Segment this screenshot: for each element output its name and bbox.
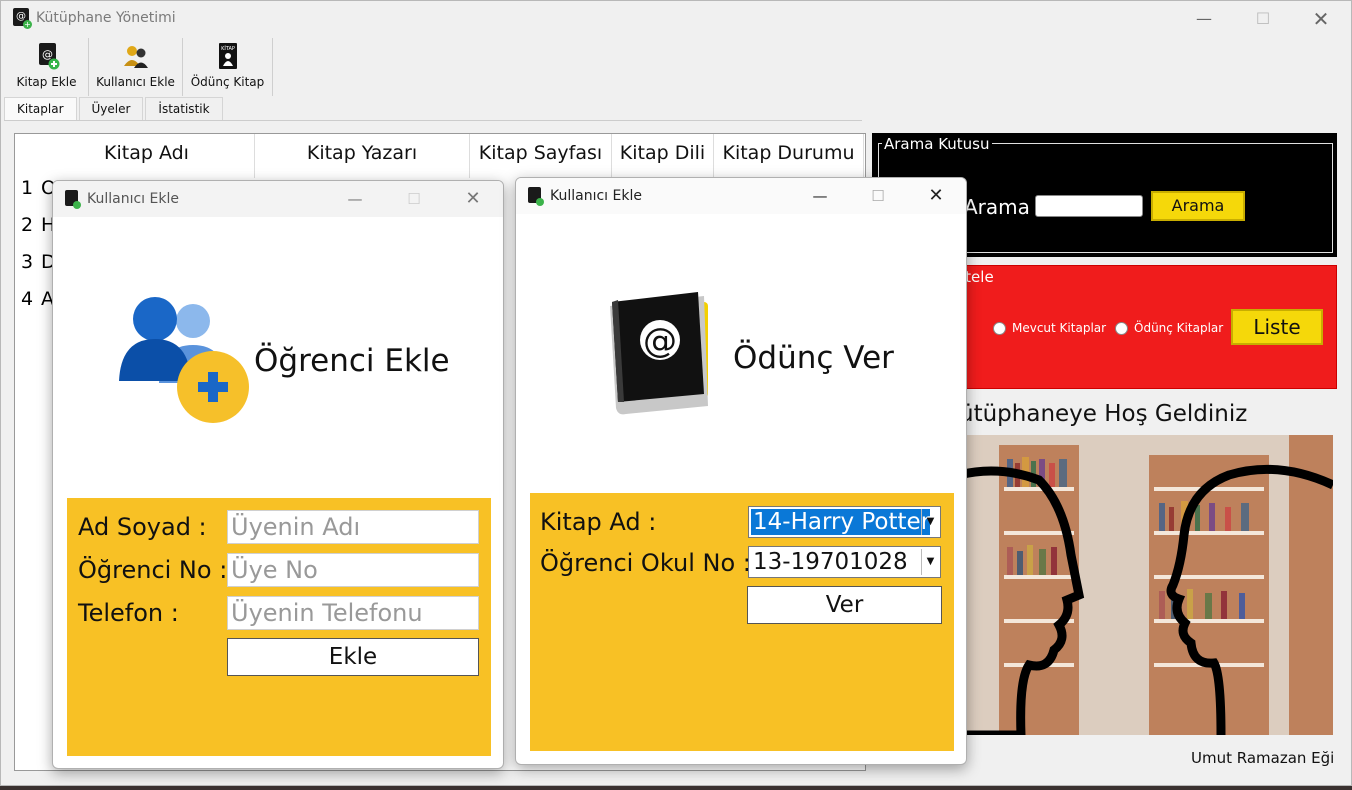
title-bar: @ + Kütüphane Yönetimi — ☐ ✕ [1, 1, 1351, 37]
form-panel: Ad Soyad : Üyenin Adı Öğrenci No : Üye N… [67, 498, 491, 756]
student-combo-value: 13-19701028 [753, 549, 908, 575]
radio-label: Ödünç Kitaplar [1134, 321, 1224, 335]
row-number[interactable]: 1 [15, 170, 39, 206]
form-panel: Kitap Ad : 14-Harry Potter ▼ Öğrenci Oku… [530, 493, 954, 751]
author-text: Umut Ramazan Eği [1191, 749, 1335, 767]
close-button[interactable]: ✕ [916, 183, 956, 209]
radio-button[interactable] [1115, 321, 1128, 335]
welcome-text: ütüphaneye Hoş Geldiniz [959, 401, 1248, 427]
column-header[interactable]: Kitap Durumu [714, 134, 864, 178]
minimize-button[interactable]: — [335, 186, 375, 212]
phone-label: Telefon : [78, 599, 179, 627]
toolbar: @ Kitap Ekle Kullanıcı Ekle KİTAP Ödünç … [5, 38, 273, 96]
name-input[interactable]: Üyenin Adı [227, 510, 479, 544]
row-number[interactable]: 3 [15, 244, 39, 280]
dialog-title: Kullanıcı Ekle [550, 188, 642, 204]
search-button[interactable]: Arama [1151, 191, 1245, 221]
row-number[interactable]: 4 [15, 281, 39, 317]
radio-available-books[interactable]: Mevcut Kitaplar [993, 321, 1106, 335]
dialog-title-bar: Kullanıcı Ekle — ☐ ✕ [516, 178, 966, 214]
name-label: Ad Soyad : [78, 513, 207, 541]
book-combo-value: 14-Harry Potter [751, 509, 931, 535]
svg-text:KİTAP: KİTAP [221, 45, 235, 52]
maximize-button[interactable]: ☐ [394, 186, 434, 212]
add-user-icon [119, 295, 251, 425]
chevron-down-icon[interactable]: ▼ [921, 549, 939, 575]
window-title: Kütüphane Yönetimi [36, 10, 176, 26]
student-combo[interactable]: 13-19701028 ▼ [748, 546, 941, 578]
minimize-button[interactable]: — [800, 183, 840, 209]
dialog-title-bar: Kullanıcı Ekle — ☐ ✕ [53, 181, 503, 217]
list-button[interactable]: Liste [1231, 309, 1323, 345]
tab-kitaplar[interactable]: Kitaplar [4, 97, 77, 120]
student-no-input[interactable]: Üye No [227, 553, 479, 587]
lend-dialog: Kullanıcı Ekle — ☐ ✕ @ Ödünç Ver Kitap A… [515, 177, 967, 765]
add-book-icon: @ [33, 42, 61, 70]
lend-button[interactable]: Ver [747, 586, 942, 624]
column-header[interactable]: Kitap Adı [39, 134, 255, 178]
toolbar-label: Kitap Ekle [16, 75, 77, 89]
close-button[interactable]: ✕ [453, 186, 493, 212]
add-book-button[interactable]: @ Kitap Ekle [5, 38, 89, 96]
app-icon: @ + [13, 8, 32, 29]
dialog-heading: Öğrenci Ekle [254, 343, 450, 379]
lend-book-icon: KİTAP [214, 42, 242, 70]
column-header[interactable]: Kitap Yazarı [255, 134, 470, 178]
add-user-button[interactable]: Kullanıcı Ekle [89, 38, 183, 96]
app-icon [528, 187, 544, 206]
row-number[interactable]: 2 [15, 207, 39, 243]
users-icon [122, 42, 150, 70]
library-image [959, 435, 1333, 735]
grid-header: Kitap Adı Kitap Yazarı Kitap Sayfası Kit… [39, 134, 864, 178]
column-header[interactable]: Kitap Dili [612, 134, 714, 178]
student-no-label: Öğrenci No : [78, 556, 228, 584]
student-dialog: Kullanıcı Ekle — ☐ ✕ Öğrenci Ekle Ad Soy… [52, 180, 504, 769]
toolbar-label: Ödünç Kitap [190, 75, 265, 89]
dialog-heading: Ödünç Ver [733, 340, 894, 376]
address-book-icon: @ [604, 290, 720, 420]
phone-input[interactable]: Üyenin Telefonu [227, 596, 479, 630]
svg-text:@: @ [643, 321, 677, 361]
search-input[interactable] [1035, 195, 1143, 217]
close-button[interactable]: ✕ [1298, 5, 1344, 33]
dialog-title: Kullanıcı Ekle [87, 191, 179, 207]
tab-istatistik[interactable]: İstatistik [145, 97, 223, 120]
lend-book-button[interactable]: KİTAP Ödünç Kitap [183, 38, 273, 96]
add-button[interactable]: Ekle [227, 638, 479, 676]
minimize-button[interactable]: — [1181, 5, 1227, 33]
svg-text:@: @ [42, 48, 53, 61]
book-combo[interactable]: 14-Harry Potter ▼ [748, 506, 941, 538]
tab-bar: Kitaplar Üyeler İstatistik [4, 97, 862, 121]
column-header[interactable]: Kitap Sayfası [470, 134, 612, 178]
radio-lent-books[interactable]: Ödünç Kitaplar [1115, 321, 1223, 335]
tab-uyeler[interactable]: Üyeler [78, 97, 144, 120]
book-label: Kitap Ad : [540, 508, 657, 536]
search-label: Arama [964, 195, 1030, 219]
maximize-button[interactable]: ☐ [1240, 5, 1286, 33]
chevron-down-icon[interactable]: ▼ [921, 509, 939, 535]
radio-button[interactable] [993, 321, 1006, 335]
student-no-label: Öğrenci Okul No : [540, 549, 751, 577]
toolbar-label: Kullanıcı Ekle [96, 75, 175, 89]
maximize-button[interactable]: ☐ [858, 183, 898, 209]
app-icon [65, 190, 81, 209]
search-group-label: Arama Kutusu [882, 135, 992, 153]
radio-label: Mevcut Kitaplar [1012, 321, 1107, 335]
